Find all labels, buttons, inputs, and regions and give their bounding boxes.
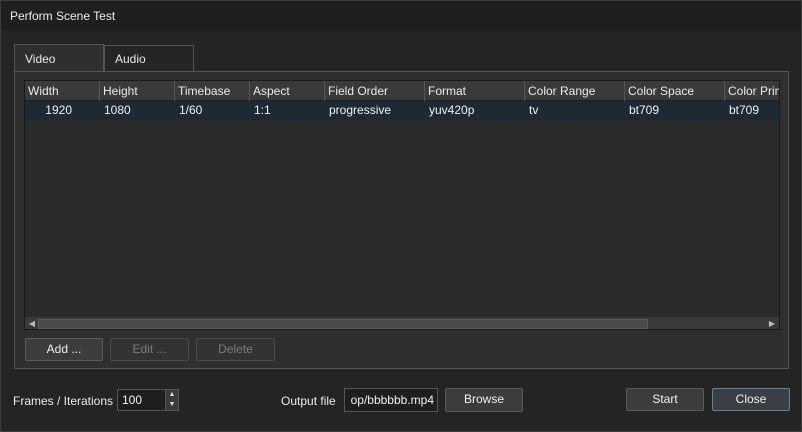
horizontal-scrollbar[interactable]: ◀ ▶ bbox=[25, 316, 779, 329]
table-row[interactable]: 1920 1080 1/60 1:1 progressive yuv420p t… bbox=[25, 101, 779, 120]
table-header: Width Height Timebase Aspect Field Order… bbox=[25, 81, 779, 101]
column-header-timebase[interactable]: Timebase bbox=[175, 81, 250, 101]
output-file-value: op/bbbbbb.mp4 bbox=[350, 393, 434, 407]
close-button[interactable]: Close bbox=[712, 388, 790, 411]
cell-field-order: progressive bbox=[329, 103, 392, 117]
cell-width: 1920 bbox=[45, 103, 72, 117]
cell-color-range: tv bbox=[529, 103, 539, 117]
scroll-right-arrow-icon[interactable]: ▶ bbox=[766, 318, 778, 329]
cell-color-space: bt709 bbox=[629, 103, 660, 117]
scroll-left-arrow-icon[interactable]: ◀ bbox=[26, 318, 38, 329]
dialog-window: Perform Scene Test Audio Tracks Video Tr… bbox=[0, 0, 802, 432]
window-title: Perform Scene Test bbox=[10, 9, 116, 23]
cell-height: 1080 bbox=[104, 103, 131, 117]
output-file-label: Output file bbox=[281, 394, 336, 408]
frames-value[interactable]: 100 bbox=[122, 393, 142, 407]
browse-button[interactable]: Browse bbox=[445, 388, 523, 412]
frames-label: Frames / Iterations bbox=[13, 394, 114, 408]
add-track-button[interactable]: Add ... bbox=[25, 338, 103, 361]
stepper-down-icon[interactable]: ▼ bbox=[166, 400, 178, 410]
edit-track-button[interactable]: Edit ... bbox=[110, 338, 189, 361]
cell-timebase: 1/60 bbox=[179, 103, 203, 117]
column-header-color-primaries[interactable]: Color Prim bbox=[725, 81, 779, 101]
column-header-aspect[interactable]: Aspect bbox=[250, 81, 325, 101]
frames-stepper[interactable]: 100 ▲ ▼ bbox=[117, 389, 179, 411]
column-header-color-space[interactable]: Color Space bbox=[625, 81, 725, 101]
tab-audio-tracks[interactable]: Audio Tracks bbox=[104, 45, 194, 92]
start-button[interactable]: Start bbox=[626, 388, 704, 411]
tab-video-tracks[interactable]: Video Tracks bbox=[14, 44, 104, 94]
output-file-input[interactable]: op/bbbbbb.mp4 bbox=[344, 388, 438, 412]
column-header-format[interactable]: Format bbox=[425, 81, 525, 101]
cell-aspect: 1:1 bbox=[254, 103, 271, 117]
delete-track-button[interactable]: Delete bbox=[196, 338, 275, 361]
cell-format: yuv420p bbox=[429, 103, 475, 117]
column-header-width[interactable]: Width bbox=[25, 81, 100, 101]
stepper-up-icon[interactable]: ▲ bbox=[166, 390, 178, 400]
cell-color-primaries: bt709 bbox=[729, 103, 760, 117]
tracks-table[interactable]: Width Height Timebase Aspect Field Order… bbox=[24, 80, 780, 330]
title-bar: Perform Scene Test bbox=[1, 1, 801, 31]
column-header-color-range[interactable]: Color Range bbox=[525, 81, 625, 101]
stepper-buttons: ▲ ▼ bbox=[165, 390, 178, 410]
scrollbar-thumb[interactable] bbox=[38, 319, 648, 329]
column-header-height[interactable]: Height bbox=[100, 81, 175, 101]
column-header-field-order[interactable]: Field Order bbox=[325, 81, 425, 101]
